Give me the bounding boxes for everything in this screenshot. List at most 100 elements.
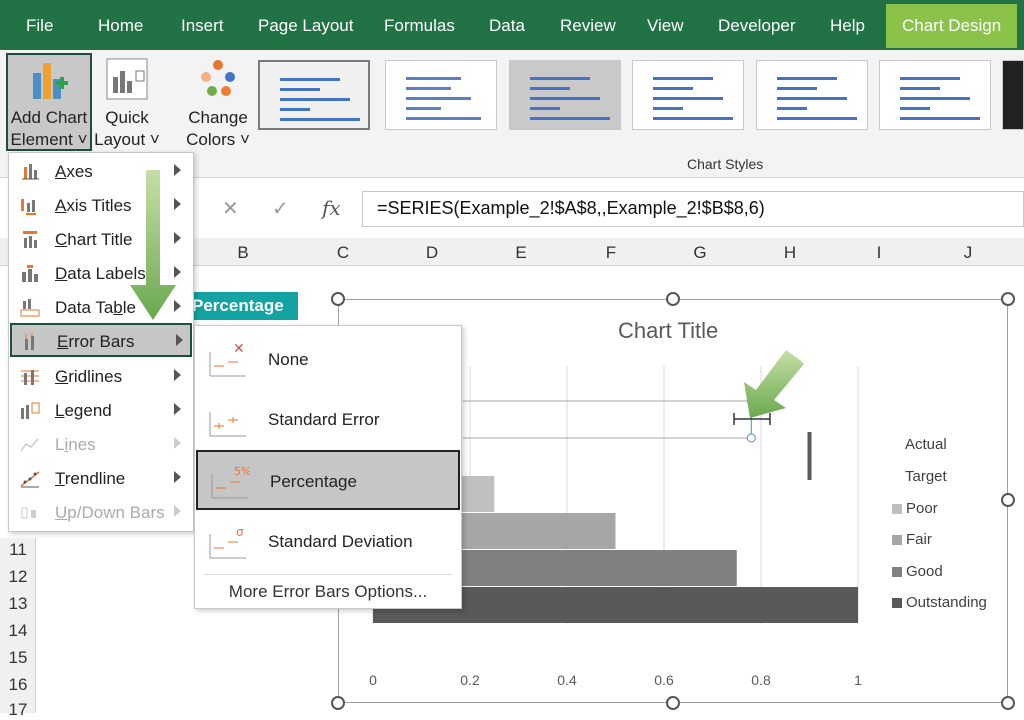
submenu-item-label: Percentage xyxy=(270,472,357,491)
trendline-icon xyxy=(20,471,40,488)
actual-marker xyxy=(807,432,812,480)
up-down-bars-icon xyxy=(21,507,36,519)
resize-handle-right[interactable] xyxy=(1001,493,1015,507)
data-labels-icon xyxy=(22,265,38,282)
error-bars-none[interactable]: ✕ None xyxy=(196,330,460,390)
menu-item-up-down-bars: Up/Down Bars xyxy=(10,496,192,530)
error-bars-none-icon: ✕ xyxy=(209,344,246,377)
error-bars-standard-error-icon xyxy=(209,412,246,437)
submenu-arrow-icon xyxy=(174,164,181,176)
menu-item-label: Trendline xyxy=(55,469,126,488)
menu-item-axis-titles[interactable]: Axis Titles xyxy=(10,189,192,223)
menu-item-legend[interactable]: Legend xyxy=(10,394,192,428)
legend-label: Target xyxy=(905,468,947,485)
legend-item-poor[interactable]: Poor xyxy=(892,500,938,517)
menu-item-trendline[interactable]: Trendline xyxy=(10,462,192,496)
resize-handle-bottom-right[interactable] xyxy=(1001,696,1015,710)
legend-label: Good xyxy=(906,563,943,580)
menu-item-error-bars[interactable]: Error Bars xyxy=(10,323,192,357)
submenu-arrow-icon xyxy=(174,266,181,278)
add-chart-element-menu: Axes Axis Titles Chart Title Data Labels… xyxy=(8,152,194,532)
submenu-arrow-icon xyxy=(174,198,181,210)
selection-handle xyxy=(746,433,756,443)
mnemonic-letter: C xyxy=(55,230,68,249)
x-tick-label: 0 xyxy=(369,672,377,688)
mnemonic-letter: L xyxy=(55,401,65,420)
legend-label: Outstanding xyxy=(906,594,987,611)
error-bars-percentage[interactable]: 5% Percentage xyxy=(196,450,460,510)
chart-title-icon xyxy=(23,231,37,248)
more-error-bars-options[interactable]: More Error Bars Options... xyxy=(195,582,461,602)
legend-label: Actual xyxy=(905,436,947,453)
submenu-arrow-icon xyxy=(174,232,181,244)
legend-swatch xyxy=(892,503,902,514)
menu-item-chart-title[interactable]: Chart Title xyxy=(10,223,192,257)
legend-item-good[interactable]: Good xyxy=(892,563,943,580)
legend-swatch xyxy=(892,597,902,608)
error-bars-standard-deviation-icon: σ xyxy=(209,526,246,559)
menu-item-gridlines[interactable]: Gridlines xyxy=(10,360,192,394)
menu-item-lines: Lines xyxy=(10,428,192,462)
menu-item-label: Axis Titles xyxy=(55,196,132,215)
error-bars-percentage-icon: 5% xyxy=(211,466,250,499)
submenu-arrow-icon xyxy=(174,505,181,517)
gridlines-icon xyxy=(21,370,39,385)
legend-item-fair[interactable]: Fair xyxy=(892,531,932,548)
resize-handle-top[interactable] xyxy=(666,292,680,306)
submenu-divider xyxy=(203,574,453,575)
menu-item-data-table[interactable]: Data Table xyxy=(10,291,192,325)
axis-titles-icon xyxy=(21,199,36,215)
legend-swatch xyxy=(892,534,902,545)
error-bars-standard-deviation[interactable]: σ Standard Deviation xyxy=(196,512,460,572)
selection-handle xyxy=(746,396,756,406)
menu-item-axes[interactable]: Axes xyxy=(10,155,192,189)
data-table-icon xyxy=(20,299,40,317)
menu-item-label: Lines xyxy=(55,435,96,454)
legend-item-target[interactable]: Target xyxy=(905,468,947,485)
menu-item-label: Legend xyxy=(55,401,112,420)
mnemonic-letter: i xyxy=(64,435,69,454)
resize-handle-bottom-left[interactable] xyxy=(331,696,345,710)
mnemonic-letter: A xyxy=(55,162,67,181)
x-tick-label: 1 xyxy=(854,672,862,688)
resize-handle-bottom[interactable] xyxy=(666,696,680,710)
axes-icon xyxy=(22,164,39,180)
legend-item-outstanding[interactable]: Outstanding xyxy=(892,594,987,611)
mnemonic-letter: D xyxy=(55,264,68,283)
submenu-item-label: None xyxy=(268,350,309,369)
submenu-arrow-icon xyxy=(174,403,181,415)
error-bars-standard-error[interactable]: Standard Error xyxy=(196,390,460,450)
mnemonic-letter: A xyxy=(55,196,67,215)
submenu-arrow-icon xyxy=(174,471,181,483)
legend-label: Poor xyxy=(906,500,938,517)
x-tick-label: 0.6 xyxy=(654,672,674,688)
menu-item-label: Data Labels xyxy=(55,264,146,283)
menu-item-label: Data Table xyxy=(55,298,136,317)
mnemonic-letter: T xyxy=(55,469,65,488)
sigma-badge: σ xyxy=(236,526,244,539)
menu-item-label: Error Bars xyxy=(57,332,135,351)
submenu-item-label: Standard Error xyxy=(268,410,380,429)
submenu-arrow-icon xyxy=(174,369,181,381)
submenu-arrow-icon xyxy=(174,300,181,312)
menu-item-label: Gridlines xyxy=(55,367,123,386)
none-badge: ✕ xyxy=(233,344,245,357)
x-tick-label: 0.2 xyxy=(460,672,480,688)
legend-swatch xyxy=(892,566,902,577)
resize-handle-top-left[interactable] xyxy=(331,292,345,306)
submenu-item-label: Standard Deviation xyxy=(268,532,413,551)
menu-item-label: Chart Title xyxy=(55,230,133,249)
resize-handle-top-right[interactable] xyxy=(1001,292,1015,306)
error-bars-icon xyxy=(25,333,34,350)
error-bars-submenu: ✕ None Standard Error 5% Percentage σ St… xyxy=(194,325,462,609)
submenu-arrow-icon xyxy=(174,437,181,449)
mnemonic-letter: E xyxy=(57,332,69,351)
legend-item-actual[interactable]: Actual xyxy=(905,436,947,453)
percentage-badge: 5% xyxy=(234,466,250,478)
x-tick-label: 0.4 xyxy=(557,672,577,688)
lines-icon xyxy=(20,438,39,452)
mnemonic-letter: G xyxy=(55,367,69,386)
menu-item-data-labels[interactable]: Data Labels xyxy=(10,257,192,291)
mnemonic-letter: b xyxy=(113,298,123,317)
chart-title[interactable]: Chart Title xyxy=(618,318,718,344)
